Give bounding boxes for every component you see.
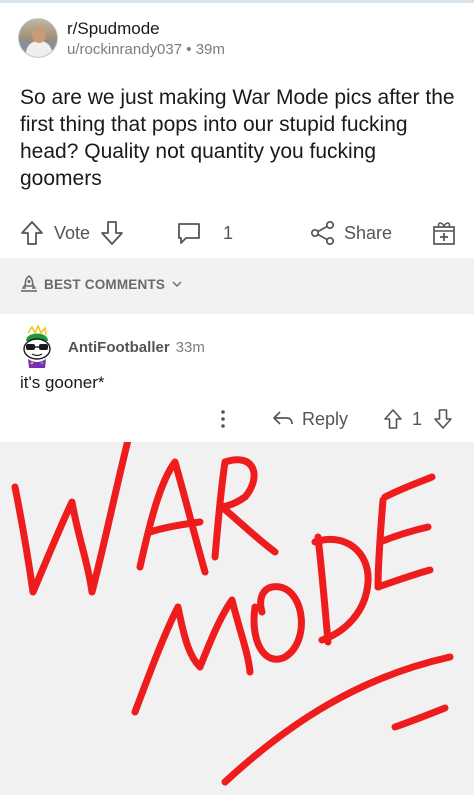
share-button[interactable]: Share xyxy=(310,213,392,253)
reply-label: Reply xyxy=(302,408,349,429)
comment-count: 1 xyxy=(223,222,234,243)
post-author[interactable]: u/rockinrandy037 xyxy=(67,41,182,58)
comment-author[interactable]: AntiFootballer xyxy=(68,339,170,356)
commenter-avatar[interactable] xyxy=(18,324,56,369)
comment-overflow-button[interactable] xyxy=(218,400,228,438)
chevron-down-icon xyxy=(172,281,182,287)
post-byline: u/rockinrandy037 • 39m xyxy=(67,40,225,59)
war-mode-drawing xyxy=(0,442,474,795)
comments-button[interactable]: 1 xyxy=(176,213,233,253)
byline-separator: • xyxy=(186,40,192,58)
comment-body: it's gooner* xyxy=(20,373,105,392)
post-header: r/Spudmode u/rockinrandy037 • 39m xyxy=(18,16,225,60)
post-meta: r/Spudmode u/rockinrandy037 • 39m xyxy=(67,18,225,59)
user-avatar[interactable] xyxy=(18,18,58,58)
upvote-button[interactable] xyxy=(20,213,44,253)
post-action-bar: Vote 1 Share xyxy=(0,213,474,253)
comment-age: 33m xyxy=(175,338,205,356)
arrow-down-outline-icon xyxy=(101,221,123,245)
comment-score: 1 xyxy=(412,408,423,429)
sort-label: BEST COMMENTS xyxy=(44,276,166,292)
speech-bubble-icon xyxy=(178,223,200,244)
gift-box-icon xyxy=(433,222,455,245)
war-mode-scrawl-image xyxy=(11,442,454,786)
top-border xyxy=(0,0,474,3)
arrow-up-outline-icon xyxy=(384,409,402,429)
sort-selector[interactable]: BEST COMMENTS xyxy=(20,275,182,293)
share-nodes-icon xyxy=(310,220,335,246)
comment-downvote-button[interactable] xyxy=(433,400,453,438)
comment-action-bar: Reply 1 xyxy=(0,400,474,438)
comment-upvote-button[interactable] xyxy=(383,400,403,438)
comment-header: AntiFootballer 33m xyxy=(18,324,205,369)
arrow-up-outline-icon xyxy=(21,221,43,245)
downvote-button[interactable] xyxy=(100,213,124,253)
rocket-icon xyxy=(21,275,37,292)
post-age: 39m xyxy=(195,40,225,58)
subreddit-name[interactable]: r/Spudmode xyxy=(67,18,225,39)
share-label: Share xyxy=(344,222,393,243)
reply-button[interactable]: Reply xyxy=(272,400,348,438)
post-title: So are we just making War Mode pics afte… xyxy=(20,86,455,190)
snoo-avatar-icon xyxy=(23,324,51,368)
vertical-dots-icon xyxy=(221,410,225,428)
reply-arrow-icon xyxy=(273,411,293,425)
award-button[interactable] xyxy=(431,213,457,253)
vote-label: Vote xyxy=(54,222,91,243)
arrow-down-outline-icon xyxy=(434,409,452,429)
